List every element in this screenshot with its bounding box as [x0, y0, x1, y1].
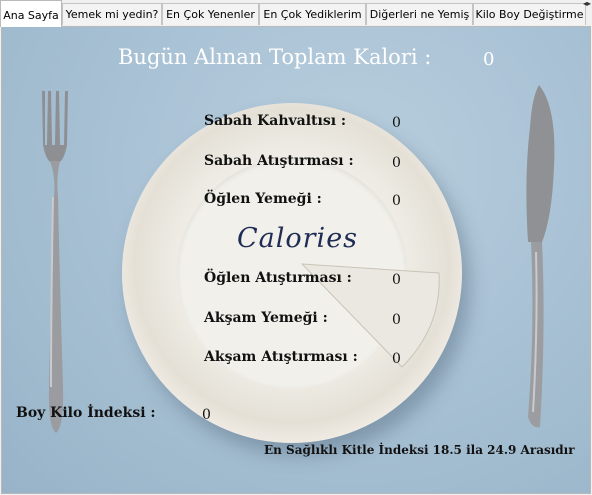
- dinner-label: Akşam Yemeği :: [204, 310, 328, 326]
- tab-kilo-boy-degistirme[interactable]: Kilo Boy Değiştirme: [473, 3, 586, 25]
- lunch-label: Öğlen Yemeği :: [204, 191, 322, 207]
- afternoon-snack-label: Öğlen Atıştırması :: [204, 270, 352, 286]
- morning-snack-value: 0: [392, 155, 401, 171]
- cutlery-illustration: [42, 85, 555, 433]
- tab-digerleri-ne-yemis[interactable]: Diğerleri ne Yemiş: [366, 3, 473, 25]
- tab-en-cok-yediklerim[interactable]: En Çok Yediklerim: [259, 3, 366, 25]
- breakfast-label: Sabah Kahvaltısı :: [204, 113, 347, 129]
- home-panel: Calories Bugün Alınan Toplam Kalori : 0 …: [1, 26, 591, 494]
- total-calories-label: Bugün Alınan Toplam Kalori :: [118, 45, 432, 69]
- lunch-value: 0: [392, 193, 401, 209]
- tab-scroll-arrows-icon[interactable]: ◂▸: [582, 0, 592, 8]
- tab-strip: Ana Sayfa Yemek mi yedin? En Çok Yenenle…: [0, 0, 592, 27]
- evening-snack-label: Akşam Atıştırması :: [204, 349, 358, 365]
- evening-snack-value: 0: [392, 351, 401, 367]
- healthy-bmi-note: En Sağlıklı Kitle İndeksi 18.5 ila 24.9 …: [264, 443, 575, 457]
- tab-ana-sayfa[interactable]: Ana Sayfa: [0, 0, 62, 27]
- tab-en-cok-yenenler[interactable]: En Çok Yenenler: [162, 3, 259, 25]
- morning-snack-label: Sabah Atıştırması :: [204, 153, 354, 169]
- dinner-value: 0: [392, 312, 401, 328]
- knife-icon: [526, 85, 555, 428]
- total-calories-value: 0: [483, 49, 495, 70]
- afternoon-snack-value: 0: [392, 272, 401, 288]
- breakfast-value: 0: [392, 115, 401, 131]
- tab-yemek-mi-yedin[interactable]: Yemek mi yedin?: [62, 3, 162, 25]
- bmi-value: 0: [202, 407, 211, 423]
- bmi-label: Boy Kilo İndeksi :: [16, 405, 156, 421]
- calories-script-text: Calories: [237, 223, 359, 254]
- fork-icon: [42, 91, 68, 433]
